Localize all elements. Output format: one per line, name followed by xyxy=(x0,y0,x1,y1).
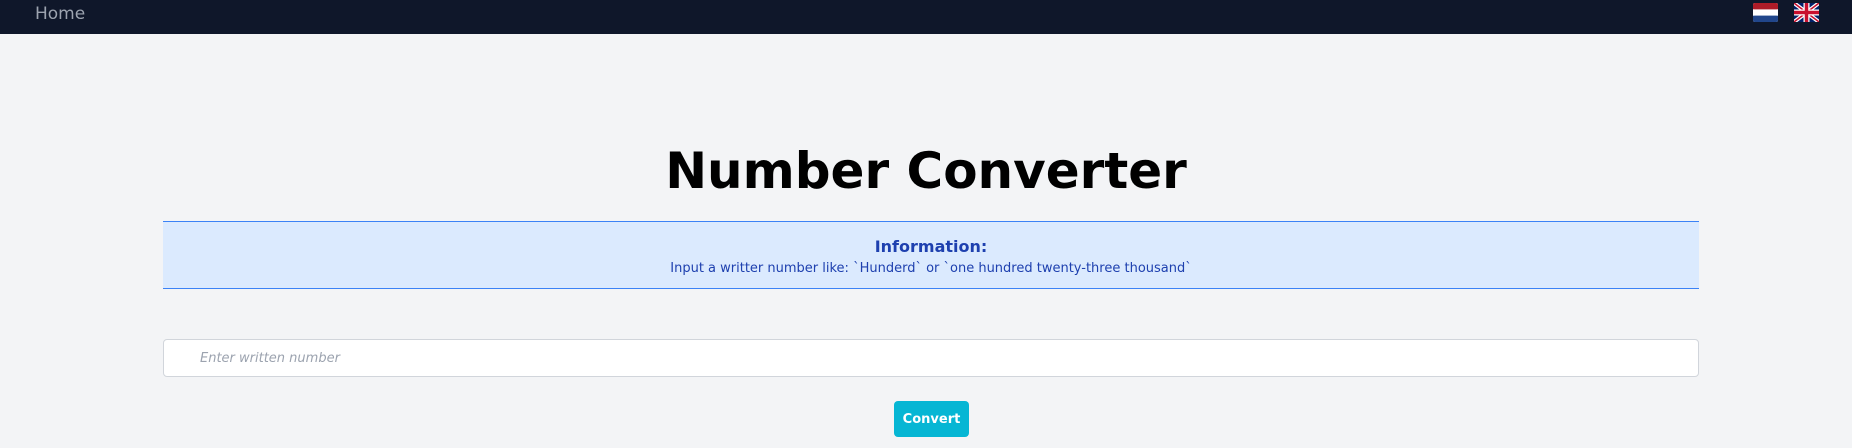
info-text: Input a writter number like: `Hunderd` o… xyxy=(670,261,1192,276)
written-number-input[interactable] xyxy=(163,339,1699,377)
netherlands-flag-icon[interactable] xyxy=(1753,3,1778,22)
top-navbar: Home xyxy=(0,0,1852,34)
convert-button[interactable]: Convert xyxy=(894,401,969,437)
info-alert: Information: Input a writter number like… xyxy=(163,221,1699,289)
page-title: Number Converter xyxy=(665,142,1187,200)
info-title: Information: xyxy=(874,237,988,256)
united-kingdom-flag-icon[interactable] xyxy=(1794,3,1819,22)
home-link[interactable]: Home xyxy=(35,4,85,24)
